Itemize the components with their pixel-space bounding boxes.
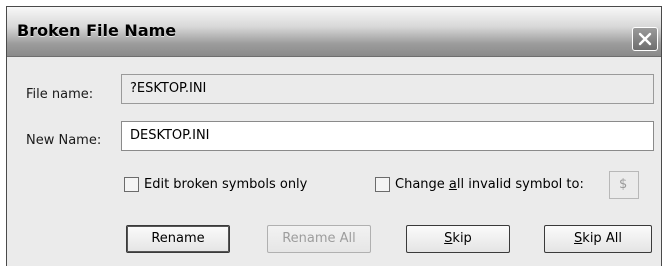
new-name-input[interactable]: DESKTOP.INI [121,121,654,151]
new-name-label: New Name: [26,133,102,148]
change-invalid-symbol-option[interactable]: Change all invalid symbol to: [375,177,584,192]
dialog-title: Broken File Name [17,21,177,40]
close-button[interactable] [632,27,658,51]
file-name-label: File name: [26,87,94,102]
change-invalid-symbol-label: Change all invalid symbol to: [395,177,584,192]
replacement-symbol-input[interactable]: $ [609,171,639,199]
edit-broken-symbols-checkbox[interactable] [124,177,139,192]
rename-all-button[interactable]: Rename All [267,225,371,253]
rename-button[interactable]: Rename [126,225,230,253]
skip-button[interactable]: Skip [406,225,510,253]
edit-broken-symbols-option[interactable]: Edit broken symbols only [124,177,307,192]
skip-all-button[interactable]: Skip All [544,225,652,253]
change-invalid-symbol-checkbox[interactable] [375,177,390,192]
edit-broken-symbols-label: Edit broken symbols only [144,177,308,192]
close-icon [638,32,652,46]
title-bar[interactable]: Broken File Name [7,7,661,57]
file-name-field: ?ESKTOP.INI [121,74,654,104]
broken-file-name-dialog: Broken File Name File name: ?ESKTOP.INI … [6,6,662,266]
